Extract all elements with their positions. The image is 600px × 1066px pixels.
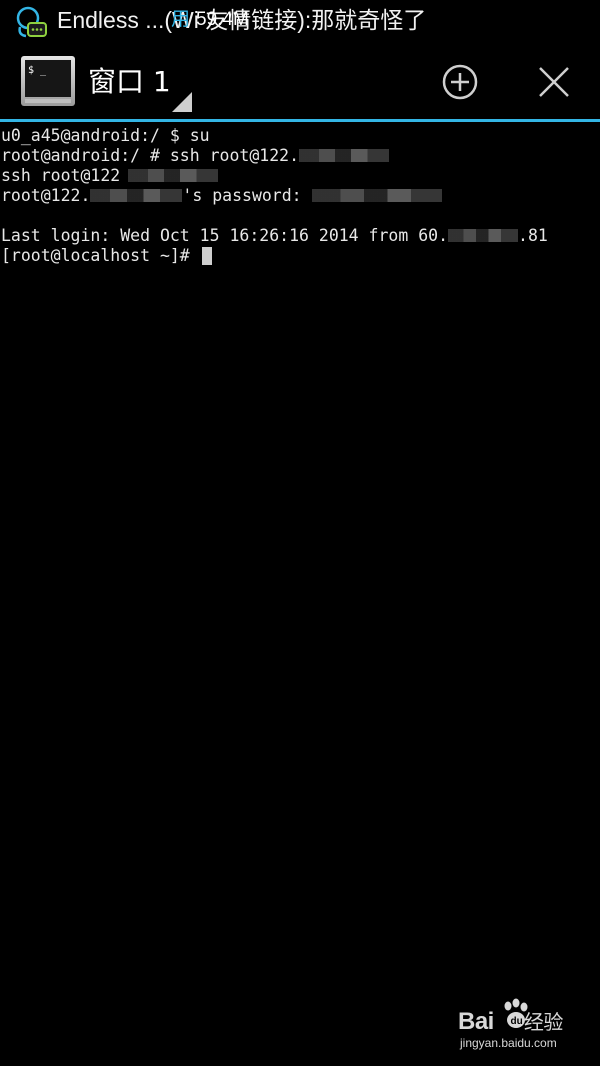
terminal-line: root@122.'s password: [1,186,442,206]
memory-value: 59.4M [196,9,249,30]
watermark-url: jingyan.baidu.com [460,1036,557,1050]
spinner-arrow-icon [172,92,192,112]
svg-text:$ _: $ _ [28,65,47,76]
svg-text:du: du [511,1016,523,1027]
terminal-line: root@android:/ # ssh root@122. [1,146,390,166]
action-bar-divider [0,119,600,122]
paw-logo-icon: du [504,998,528,1028]
chat-bubble-person-icon [16,6,47,38]
baidu-jingyan-watermark: Bai 经验 du jingyan.baidu.com [458,996,588,1056]
redacted-ip [299,149,390,162]
screen: Endless ...(Wi 友情链接):那就奇怪了 用 59.4M $ _ 窗口… [0,0,600,1066]
action-bar: $ _ 窗口 1 [0,42,600,120]
close-x-icon[interactable] [526,54,582,110]
terminal-prompt-line: [root@localhost ~]# [1,246,212,266]
redacted-ip [90,189,183,202]
redacted-ip [128,169,219,182]
terminal-emulator-icon[interactable]: $ _ [20,55,76,107]
plus-circle-icon[interactable] [432,54,488,110]
terminal-view[interactable]: u0_a45@android:/ $ su root@android:/ # s… [0,124,600,1066]
window-selector-spinner[interactable]: 窗口 1 [84,50,194,114]
terminal-cursor [201,247,212,265]
terminal-line: ssh root@122 [1,166,219,186]
memory-used-label: 用 [171,9,191,30]
status-bar: Endless ...(Wi 友情链接):那就奇怪了 用 59.4M [0,0,600,42]
window-title: 窗口 1 [88,65,171,98]
terminal-line: u0_a45@android:/ $ su [1,126,210,145]
redacted-ip [448,229,519,242]
redacted-password [311,189,442,202]
terminal-line: Last login: Wed Oct 15 16:26:16 2014 fro… [1,226,548,245]
memory-overlay: 用 59.4M [171,4,249,36]
